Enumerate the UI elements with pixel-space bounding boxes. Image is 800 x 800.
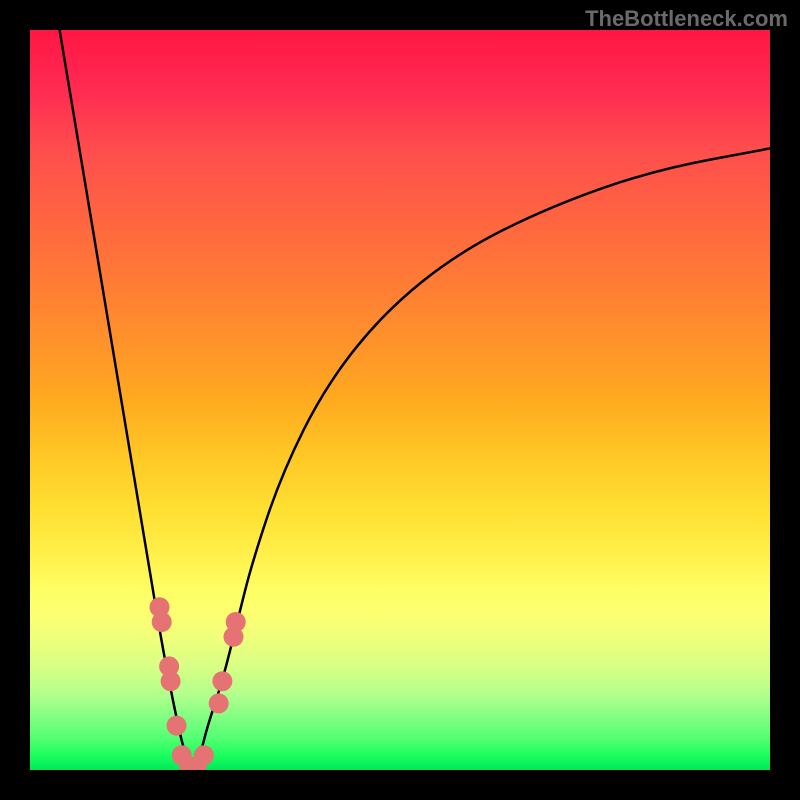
curve-marker [194,745,214,765]
watermark-text: TheBottleneck.com [585,6,788,32]
bottleneck-curve [60,30,770,766]
curve-marker [226,612,246,632]
curve-markers [150,597,246,770]
curve-marker [209,693,229,713]
curve-marker [167,716,187,736]
curve-marker [212,671,232,691]
curve-marker [161,671,181,691]
chart-plot-area [30,30,770,770]
curve-marker [152,612,172,632]
chart-svg [30,30,770,770]
